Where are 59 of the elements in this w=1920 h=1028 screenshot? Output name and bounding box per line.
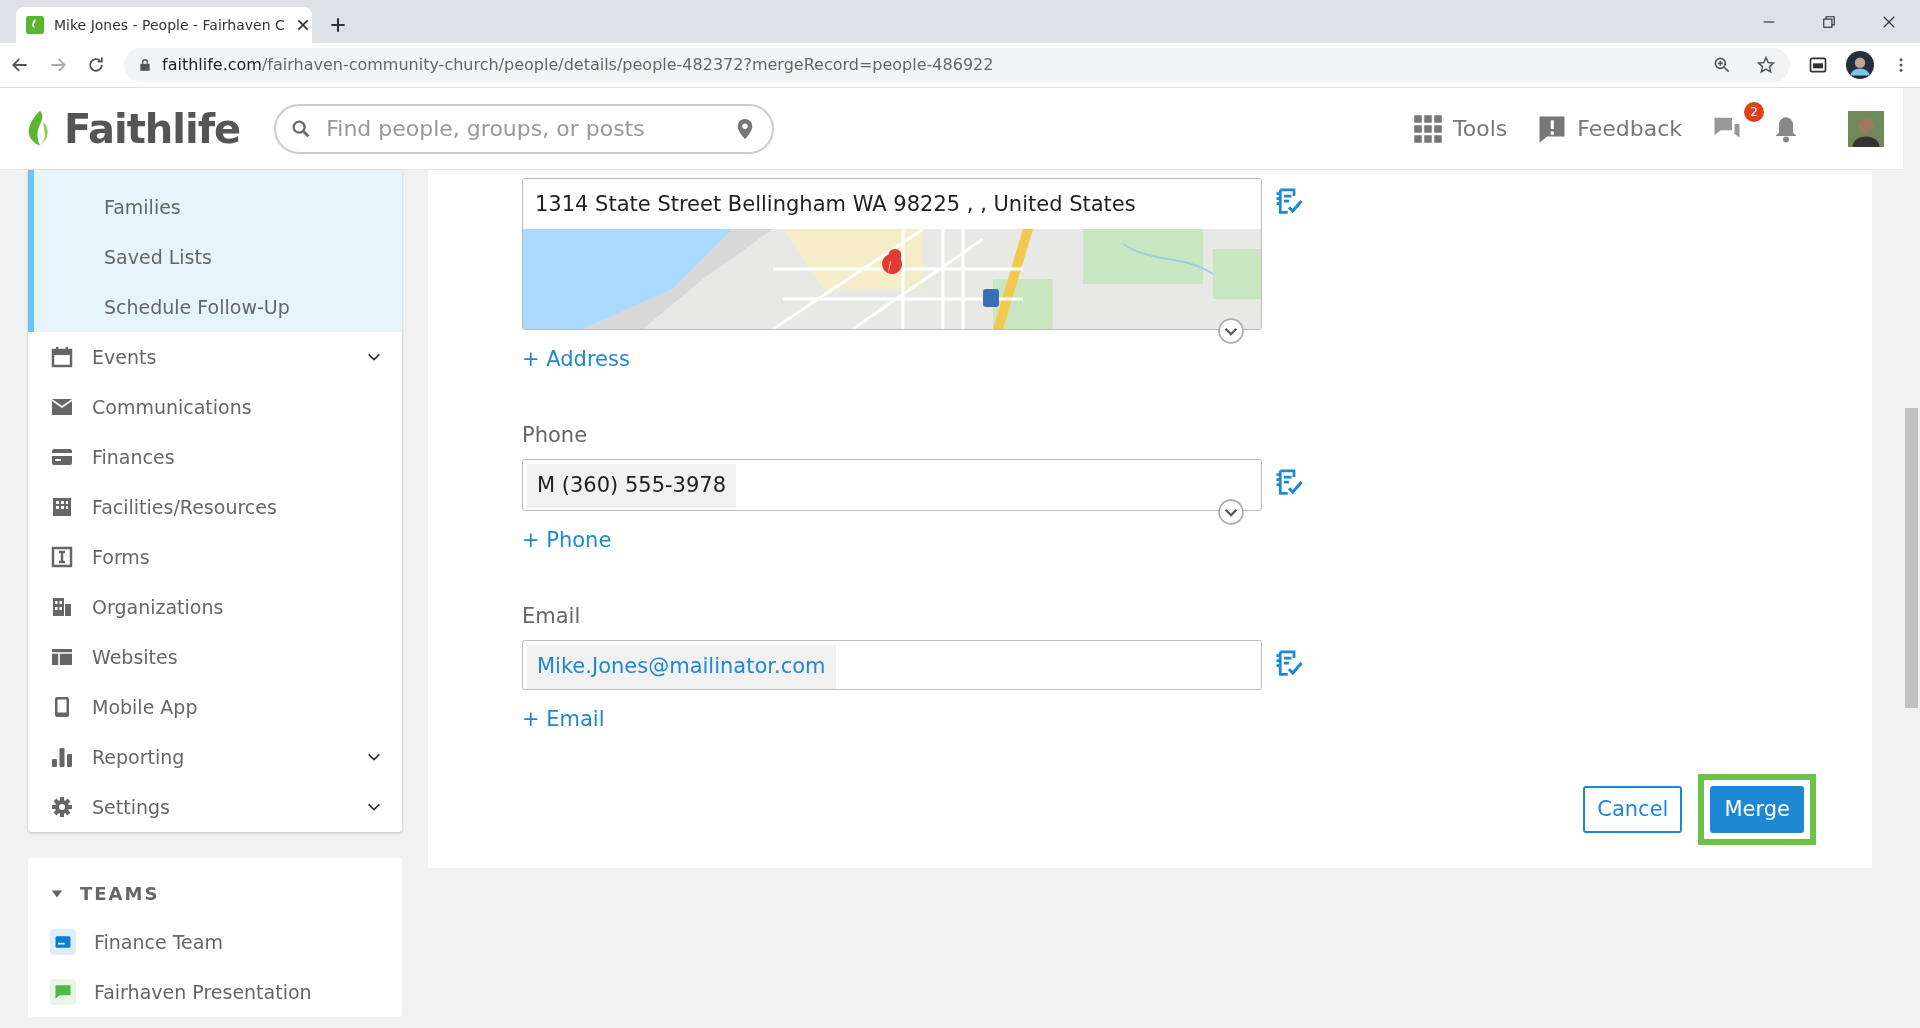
phone-field[interactable]: M (360) 555-3978 [522,459,1262,511]
tools-link[interactable]: Tools [1413,112,1508,145]
new-tab-icon[interactable] [328,15,348,35]
calendar-icon [50,345,74,369]
address-field[interactable]: 1314 State Street Bellingham WA 98225 , , United States [522,178,1262,330]
bar-chart-icon [50,745,74,769]
field-label: Email [522,602,582,630]
team-item[interactable]: Finance Team [28,917,402,967]
logo-link[interactable]: Faithlife [20,98,241,159]
avatar-icon[interactable] [1848,110,1884,147]
grid-icon [1413,113,1443,144]
url-text: faithlife.com/fairhaven-community-church/people/details/people-482372?mergeRecord=people-486922 [162,54,995,76]
lock-icon [138,58,152,72]
sidebar-item[interactable]: Schedule Follow-Up [34,282,402,332]
browser-tab[interactable]: Mike Jones - People - Fairhaven C [16,7,312,43]
sidebar-item[interactable]: Settings [28,782,402,832]
sidebar-item[interactable]: Facilities/Resources [28,482,402,532]
text-box-icon [50,545,74,569]
notification-count: 2 [1744,101,1764,122]
sidebar-item[interactable]: Finances [28,432,402,482]
sidebar-item[interactable]: Saved Lists [34,232,402,282]
scrollbar-thumb[interactable] [1905,408,1918,708]
team-item[interactable]: Fairhaven Presentation [28,967,402,1017]
building-icon [50,495,74,519]
cancel-button[interactable]: Cancel [1583,785,1683,833]
address-bar[interactable]: faithlife.com/fairhaven-community-church/people/details/people-482372?mergeRecord=people-486922 [124,48,1790,82]
sidebar-item[interactable]: Events [28,332,402,382]
verify-icon[interactable] [1274,186,1304,216]
feedback-link[interactable]: Feedback [1537,112,1682,145]
buildings-icon [50,595,74,619]
sidebar-item[interactable]: Families [34,182,402,232]
add-phone-link[interactable]: + Phone [522,525,612,557]
tab-title: Mike Jones - People - Fairhaven C [54,15,285,35]
chevron-down-icon[interactable] [1218,499,1244,525]
sidebar-item[interactable]: Websites [28,632,402,682]
email-field[interactable]: Mike.Jones@mailinator.com [522,640,1262,690]
verify-icon[interactable] [1274,467,1304,497]
sidebar-item[interactable]: Mobile App [28,682,402,732]
sidebar-item[interactable]: Communications [28,382,402,432]
avatar-icon[interactable] [1846,51,1874,79]
site-icon [26,16,44,34]
zoom-icon[interactable] [1712,55,1732,75]
settings-icon [50,795,74,819]
close-icon[interactable] [1882,15,1896,29]
sidebar-item[interactable]: Forms [28,532,402,582]
verify-icon[interactable] [1274,648,1304,678]
search-field[interactable]: Find people, groups, or posts [274,103,775,154]
chevron-down-icon[interactable] [1218,318,1244,344]
media-icon[interactable] [1808,55,1828,75]
field-label: Phone [522,421,589,449]
sidebar-item[interactable]: Reporting [28,732,402,782]
sidebar-item[interactable]: Organizations [28,582,402,632]
restore-icon[interactable] [1822,15,1836,29]
star-icon[interactable] [1756,55,1776,75]
add-email-link[interactable]: + Email [522,704,605,736]
reload-icon[interactable] [86,55,106,75]
section-heading: TEAMS [80,882,160,906]
add-address-link[interactable]: + Address [522,344,630,376]
merge-button[interactable]: Merge [1710,785,1804,833]
